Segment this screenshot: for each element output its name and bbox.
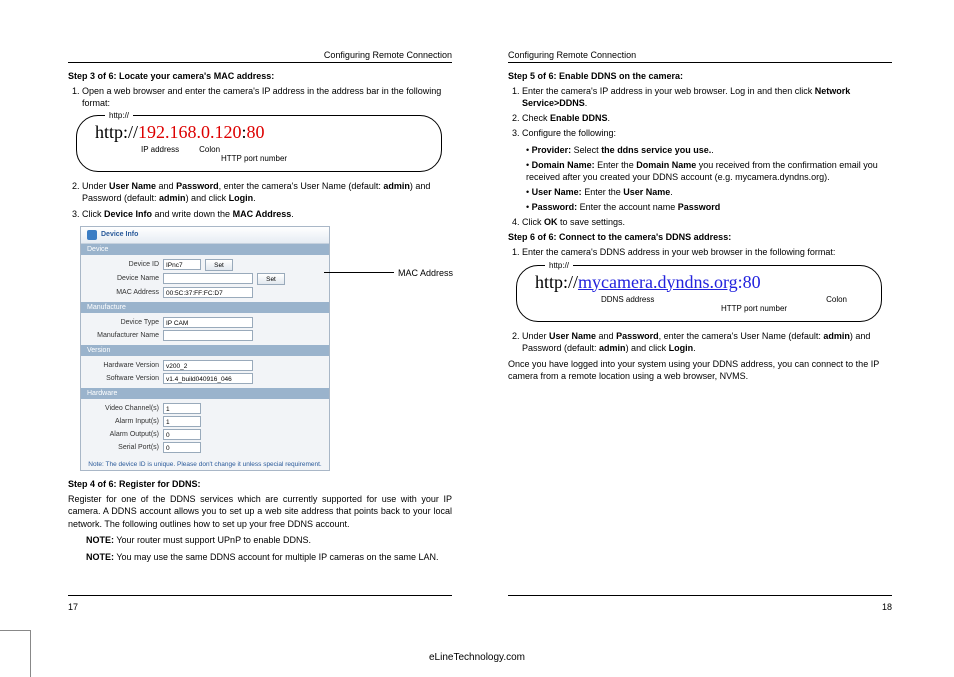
row-mac: MAC Address00:5C:37:FF:FC:D7 — [85, 287, 325, 298]
mac-pointer: MAC Address — [324, 268, 453, 278]
pointer-line — [324, 272, 394, 273]
url-main: http://192.168.0.120:80 — [91, 120, 427, 145]
row-video-ch: Video Channel(s)1 — [85, 403, 325, 414]
url-callout-ddns: http:// http://mycamera.dyndns.org:80 DD… — [516, 265, 882, 322]
sub-port: HTTP port number — [221, 154, 287, 163]
set-button-2[interactable]: Set — [257, 273, 285, 285]
s5-bul-2: Domain Name: Enter the Domain Name you r… — [526, 159, 892, 183]
device-type-input[interactable]: IP CAM — [163, 317, 253, 328]
url-port: 80 — [247, 122, 265, 142]
url-tag: http:// — [105, 111, 133, 120]
sect-manufacture: Manufacture — [81, 302, 329, 313]
s3-item-2: Under User Name and Password, enter the … — [82, 180, 452, 204]
video-ch-input[interactable]: 1 — [163, 403, 201, 414]
footer-rule-left — [68, 595, 452, 596]
device-info-panel: Device Info Device Device IDIPnc7Set Dev… — [80, 226, 330, 471]
row-hw-version: Hardware Versionv200_2 — [85, 360, 325, 371]
sect-hardware: Hardware — [81, 388, 329, 399]
footer-site: eLineTechnology.com — [0, 652, 954, 663]
s5-bul-1: Provider: Select the ddns service you us… — [526, 144, 892, 156]
device-info-title: Device Info — [101, 231, 138, 238]
row-device-id: Device IDIPnc7Set — [85, 259, 325, 271]
s5-item-1: Enter the camera's IP address in your we… — [522, 85, 892, 109]
manu-name-input[interactable] — [163, 330, 253, 341]
page-number-left: 17 — [68, 602, 78, 612]
step5-list: Enter the camera's IP address in your we… — [508, 85, 892, 140]
set-button-1[interactable]: Set — [205, 259, 233, 271]
page-number-right: 18 — [882, 602, 892, 612]
sub-colon: Colon — [199, 145, 220, 154]
url-sub-port: HTTP port number — [91, 154, 427, 163]
url-main-2: http://mycamera.dyndns.org:80 — [531, 270, 867, 295]
footer-rule-right — [508, 595, 892, 596]
section-header-left: Configuring Remote Connection — [68, 50, 452, 60]
row-alarm-out: Alarm Output(s)0 — [85, 429, 325, 440]
s3-item-3: Click Device Info and write down the MAC… — [82, 208, 452, 220]
step4-note2: NOTE: You may use the same DDNS account … — [86, 551, 452, 564]
step6-list-cont: Under User Name and Password, enter the … — [508, 330, 892, 354]
section-header-right: Configuring Remote Connection — [508, 50, 892, 60]
step3-list-cont: Under User Name and Password, enter the … — [68, 180, 452, 219]
row-alarm-in: Alarm Input(s)1 — [85, 416, 325, 427]
s5-item-2: Check Enable DDNS. — [522, 112, 892, 124]
sub2-addr: DDNS address — [601, 295, 654, 304]
sect-device: Device — [81, 244, 329, 255]
sect-version: Version — [81, 345, 329, 356]
row-manu-name: Manufacturer Name — [85, 330, 325, 341]
alarm-out-input[interactable]: 0 — [163, 429, 201, 440]
step6-list: Enter the camera's DDNS address in your … — [508, 246, 892, 258]
s5-item-3: Configure the following: — [522, 127, 892, 139]
step5-bullets: Provider: Select the ddns service you us… — [508, 144, 892, 214]
step3-title: Step 3 of 6: Locate your camera's MAC ad… — [68, 71, 452, 81]
row-device-type: Device TypeIP CAM — [85, 317, 325, 328]
step5-list-cont: Click OK to save settings. — [508, 216, 892, 228]
step4-title: Step 4 of 6: Register for DDNS: — [68, 479, 452, 489]
s5-bul-4: Password: Enter the account name Passwor… — [526, 201, 892, 213]
url-ip: 192.168.0.120 — [138, 122, 242, 142]
url2-sub-port: HTTP port number — [531, 304, 867, 313]
s6-item-2: Under User Name and Password, enter the … — [522, 330, 892, 354]
url2-prefix: http:// — [535, 272, 578, 292]
sw-version-input[interactable]: v1.4_build040916_046 — [163, 373, 253, 384]
s6-item-1: Enter the camera's DDNS address in your … — [522, 246, 892, 258]
mac-address-label: MAC Address — [398, 268, 453, 278]
step3-list: Open a web browser and enter the camera'… — [68, 85, 452, 109]
url2-port: 80 — [743, 272, 761, 292]
device-name-input[interactable] — [163, 273, 253, 284]
row-device-name: Device NameSet — [85, 273, 325, 285]
device-info-figure: Device Info Device Device IDIPnc7Set Dev… — [80, 226, 360, 471]
info-icon — [87, 230, 97, 240]
sub-ip: IP address — [141, 145, 179, 154]
device-info-header: Device Info — [81, 227, 329, 244]
step6-title: Step 6 of 6: Connect to the camera's DDN… — [508, 232, 892, 242]
url2-sub: DDNS address Colon — [531, 295, 867, 304]
header-rule — [68, 62, 452, 63]
step4-para: Register for one of the DDNS services wh… — [68, 493, 452, 531]
step5-title: Step 5 of 6: Enable DDNS on the camera: — [508, 71, 892, 81]
step4-note1: NOTE: Your router must support UPnP to e… — [86, 534, 452, 547]
hw-version-input[interactable]: v200_2 — [163, 360, 253, 371]
url2-host: mycamera.dyndns.org — [578, 272, 738, 292]
page-left: Configuring Remote Connection Step 3 of … — [40, 30, 480, 620]
page-spread: Configuring Remote Connection Step 3 of … — [40, 30, 940, 620]
s5-item-4: Click OK to save settings. — [522, 216, 892, 228]
row-sw-version: Software Versionv1.4_build040916_046 — [85, 373, 325, 384]
header-rule-right — [508, 62, 892, 63]
page-right: Configuring Remote Connection Step 5 of … — [480, 30, 920, 620]
row-serial-port: Serial Port(s)0 — [85, 442, 325, 453]
s3-item-1: Open a web browser and enter the camera'… — [82, 85, 452, 109]
device-note: Note: The device ID is unique. Please do… — [81, 457, 329, 470]
url-callout-ip: http:// http://192.168.0.120:80 IP addre… — [76, 115, 442, 172]
s5-bul-3: User Name: Enter the User Name. — [526, 186, 892, 198]
serial-port-input[interactable]: 0 — [163, 442, 201, 453]
sub2-port: HTTP port number — [721, 304, 787, 313]
step6-para: Once you have logged into your system us… — [508, 358, 892, 383]
url-prefix: http:// — [95, 122, 138, 142]
sub2-colon: Colon — [826, 295, 847, 304]
url-tag-2: http:// — [545, 261, 573, 270]
alarm-in-input[interactable]: 1 — [163, 416, 201, 427]
mac-input[interactable]: 00:5C:37:FF:FC:D7 — [163, 287, 253, 298]
url-sub-labels: IP address Colon — [91, 145, 427, 154]
device-id-input[interactable]: IPnc7 — [163, 259, 201, 270]
